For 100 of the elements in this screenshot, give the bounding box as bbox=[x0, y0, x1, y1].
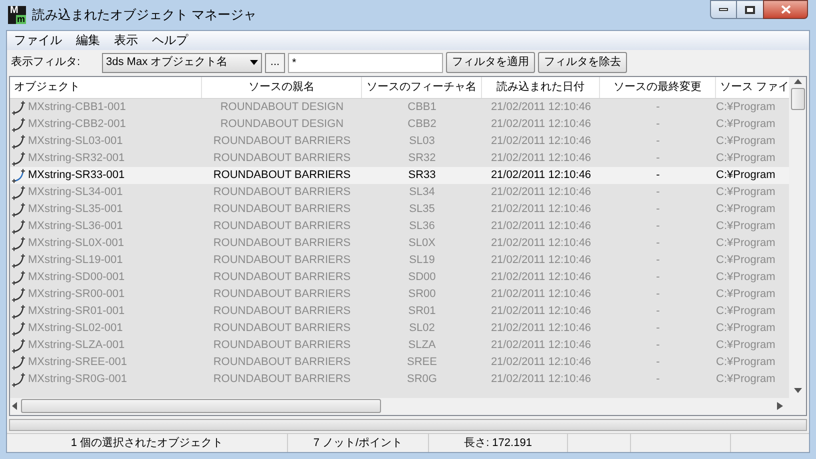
table-cell-text: SL35 bbox=[409, 202, 435, 217]
filter-button[interactable]: フィルタを適用 bbox=[446, 52, 535, 73]
spline-icon bbox=[12, 100, 28, 114]
table-cell-text: C:¥Program bbox=[716, 270, 776, 285]
table-cell-text: C:¥Program bbox=[716, 354, 776, 370]
table-row[interactable]: MXstring-SR33-001 ROUNDABOUT BARRIERS SR33 21/02/2011 12:10:46 - C:¥Program bbox=[10, 166, 789, 184]
table-cell-text: - bbox=[656, 372, 660, 387]
table-cell-text: - bbox=[656, 270, 660, 285]
scroll-right-icon[interactable] bbox=[777, 402, 783, 410]
table-cell-text: C:¥Program bbox=[716, 320, 776, 336]
table-cell-text: MXstring-SR32-001 bbox=[28, 150, 125, 166]
menu-item[interactable]: ファイル bbox=[9, 31, 67, 50]
table-cell-text: C:¥Program bbox=[716, 100, 776, 115]
table-cell-text: MXstring-SL03-001 bbox=[28, 134, 123, 149]
table-cell-text: SR00 bbox=[408, 286, 436, 302]
table-cell-text: C:¥Program bbox=[716, 372, 776, 387]
scrollbar-thumb[interactable] bbox=[790, 88, 804, 110]
filter-button[interactable]: フィルタを除去 bbox=[538, 52, 627, 73]
table-cell-text: MXstring-SL34-001 bbox=[28, 184, 123, 200]
table-cell-text: CBB1 bbox=[408, 100, 436, 115]
table-cell-text: C:¥Program bbox=[716, 134, 776, 149]
table-cell-text: ROUNDABOUT BARRIERS bbox=[213, 218, 351, 234]
table-cell-text: SL02 bbox=[409, 320, 435, 336]
table-cell-text: 21/02/2011 12:10:46 bbox=[490, 338, 592, 353]
table-cell-text: 21/02/2011 12:10:46 bbox=[490, 236, 592, 251]
spline-icon bbox=[12, 134, 28, 148]
table-cell-text: ROUNDABOUT BARRIERS bbox=[213, 354, 351, 370]
spline-icon bbox=[12, 202, 28, 216]
table-cell-text: 21/02/2011 12:10:46 bbox=[490, 304, 592, 319]
table-cell-text: MXstring-SL0X-001 bbox=[28, 236, 124, 251]
scrollbar-thumb[interactable] bbox=[21, 399, 381, 413]
table-cell-text: ROUNDABOUT BARRIERS bbox=[213, 134, 351, 149]
close-button[interactable] bbox=[763, 0, 808, 19]
table-cell-text: ROUNDABOUT BARRIERS bbox=[213, 202, 351, 217]
table-cell-text: - bbox=[656, 116, 660, 132]
table-cell-text: ROUNDABOUT BARRIERS bbox=[213, 252, 351, 268]
column-header[interactable]: オブジェクト bbox=[10, 76, 202, 98]
table-cell-text: C:¥Program bbox=[716, 236, 776, 251]
spline-icon bbox=[12, 218, 28, 234]
table-cell-text: ROUNDABOUT DESIGN bbox=[220, 100, 344, 115]
status-text: 7 ノット/ポイント bbox=[313, 436, 403, 450]
table-cell-text: - bbox=[656, 286, 660, 302]
table-cell-text: - bbox=[656, 338, 660, 353]
table-cell-text: ROUNDABOUT BARRIERS bbox=[213, 150, 351, 166]
table-cell-text: SR0G bbox=[407, 372, 437, 387]
table-cell-text: SL0X bbox=[408, 236, 436, 251]
column-header[interactable]: ソースの最終変更 bbox=[600, 76, 716, 98]
table-cell-text: ROUNDABOUT BARRIERS bbox=[213, 184, 351, 200]
spline-icon bbox=[12, 338, 28, 352]
status-text: 1 個の選択されたオブジェクト bbox=[70, 436, 224, 450]
spline-icon bbox=[12, 320, 28, 336]
table-cell-text: MXstring-SD00-001 bbox=[28, 270, 125, 285]
table-cell-text: ROUNDABOUT BARRIERS bbox=[213, 304, 351, 319]
table-cell-text: C:¥Program bbox=[716, 286, 776, 302]
table-cell-text: SL34 bbox=[409, 184, 435, 200]
table-cell-text: SL03 bbox=[409, 134, 435, 149]
menu-item[interactable]: ヘルプ bbox=[147, 31, 193, 50]
maximize-button[interactable] bbox=[737, 0, 763, 19]
table-cell-text: C:¥Program bbox=[716, 338, 776, 353]
close-icon bbox=[780, 5, 790, 14]
table-cell-text: ROUNDABOUT BARRIERS bbox=[213, 270, 351, 285]
table-cell-text: SR33 bbox=[408, 168, 436, 183]
vertical-scrollbar[interactable] bbox=[789, 76, 806, 414]
table-cell-text: - bbox=[656, 354, 660, 370]
spline-icon bbox=[12, 270, 28, 284]
table-cell-text: MXstring-SR0G-001 bbox=[28, 372, 128, 387]
filter-input-field[interactable]: * bbox=[288, 52, 443, 72]
window-title: 読み込まれたオブジェクト マネージャ bbox=[32, 6, 257, 24]
table-cell-text: MXstring-SR33-001 bbox=[28, 168, 125, 183]
horizontal-scrollbar[interactable] bbox=[10, 398, 789, 414]
table-cell-text: - bbox=[656, 304, 660, 319]
table-cell-text: MXstring-CBB1-001 bbox=[28, 100, 126, 115]
dropdown-arrow-icon bbox=[250, 60, 258, 65]
minimize-button[interactable] bbox=[710, 0, 737, 19]
column-header[interactable]: ソースの親名 bbox=[202, 76, 362, 98]
table-cell-text: 21/02/2011 12:10:46 bbox=[490, 116, 592, 132]
table-cell-text: 21/02/2011 12:10:46 bbox=[490, 202, 592, 217]
scroll-down-icon[interactable] bbox=[794, 388, 802, 392]
app-logo: M m bbox=[8, 6, 26, 24]
table-cell-text: SD00 bbox=[408, 270, 436, 285]
scroll-left-icon[interactable] bbox=[12, 402, 18, 410]
table-cell-text: MXstring-SREE-001 bbox=[28, 354, 128, 370]
table-cell-text: MXstring-SLZA-001 bbox=[28, 338, 125, 353]
spline-icon bbox=[12, 168, 28, 182]
spline-icon bbox=[12, 304, 28, 318]
table-cell-text: - bbox=[656, 100, 660, 115]
table-cell-text: - bbox=[656, 252, 660, 268]
table-cell-text: - bbox=[656, 150, 660, 166]
column-header[interactable]: 読み込まれた日付 bbox=[482, 76, 600, 98]
column-header[interactable]: ソースのフィーチャ名 bbox=[362, 76, 482, 98]
table-cell-text: C:¥Program bbox=[716, 184, 776, 200]
menu-item[interactable]: 編集 bbox=[71, 31, 105, 50]
table-cell-text: CBB2 bbox=[408, 116, 436, 132]
table-cell-text: - bbox=[656, 218, 660, 234]
menu-item[interactable]: 表示 bbox=[109, 31, 143, 50]
spline-icon bbox=[12, 252, 28, 268]
table-cell-text: 21/02/2011 12:10:46 bbox=[490, 372, 592, 387]
scroll-up-icon[interactable] bbox=[794, 78, 802, 84]
browse-button[interactable]: ... bbox=[265, 52, 285, 72]
filter-dropdown[interactable]: 3ds Max オブジェクト名 bbox=[102, 52, 262, 72]
